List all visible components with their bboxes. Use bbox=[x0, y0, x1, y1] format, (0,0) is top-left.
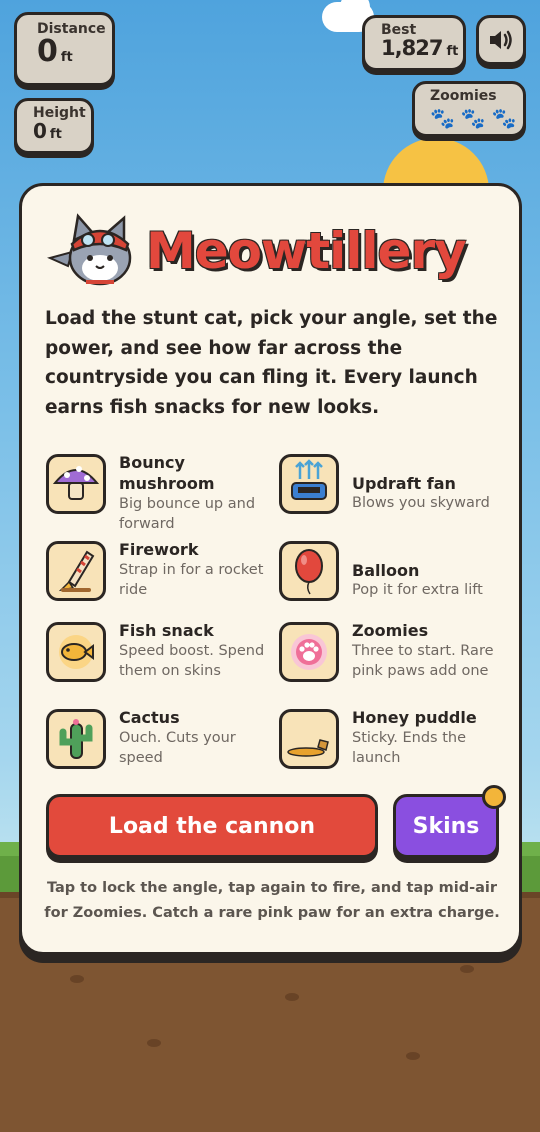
item-desc: Speed boost. Spend them on skins bbox=[119, 643, 265, 679]
paw-icon: 🐾 bbox=[491, 106, 517, 130]
item-honey-puddle: Honey puddle Sticky. Ends the launch bbox=[279, 708, 509, 789]
mushroom-icon bbox=[52, 466, 100, 500]
height-counter: Height 0 ft bbox=[14, 98, 94, 154]
item-name: Firework bbox=[119, 540, 199, 559]
distance-counter: Distance 0 ft bbox=[14, 12, 115, 86]
item-desc: Three to start. Rare pink paws add one bbox=[352, 643, 494, 679]
notification-dot bbox=[482, 785, 506, 809]
instructions-text: Tap to lock the angle, tap again to fire… bbox=[44, 880, 500, 921]
honey-icon bbox=[287, 739, 329, 757]
item-name: Cactus bbox=[119, 708, 180, 727]
best-unit: ft bbox=[446, 44, 459, 59]
balloon-icon bbox=[295, 549, 323, 595]
zoomies-counter: Zoomies 🐾 🐾 🐾 bbox=[412, 81, 526, 137]
sound-toggle-button[interactable] bbox=[476, 15, 526, 65]
cactus-icon bbox=[59, 719, 93, 759]
paw-icon: 🐾 bbox=[460, 106, 486, 130]
item-desc: Sticky. Ends the launch bbox=[352, 730, 467, 766]
height-unit: ft bbox=[49, 127, 62, 142]
item-name: Updraft fan bbox=[352, 474, 456, 493]
intro-text: Load the stunt cat, pick your angle, set… bbox=[45, 308, 498, 418]
item-desc: Strap in for a rocket ride bbox=[119, 562, 264, 598]
pebble bbox=[406, 1052, 420, 1060]
zoomies-label: Zoomies bbox=[430, 88, 497, 104]
intro-modal: Meowtillery Load the stunt cat, pick you… bbox=[19, 183, 522, 955]
item-desc: Ouch. Cuts your speed bbox=[119, 730, 236, 766]
pebble bbox=[147, 1039, 161, 1047]
fish-icon bbox=[59, 635, 94, 669]
item-updraft-fan: Updraft fan Blows you skyward bbox=[279, 454, 509, 534]
best-distance: Best 1,827 ft bbox=[362, 15, 466, 71]
item-balloon: Balloon Pop it for extra lift bbox=[279, 541, 509, 621]
firework-icon bbox=[58, 550, 95, 592]
item-name: Balloon bbox=[352, 561, 420, 580]
item-desc: Blows you skyward bbox=[352, 495, 490, 511]
load-cannon-button[interactable]: Load the cannon bbox=[46, 794, 378, 858]
pebble bbox=[285, 993, 299, 1001]
speaker-icon bbox=[490, 30, 512, 50]
item-desc: Big bounce up and forward bbox=[119, 496, 256, 532]
best-value: 1,827 bbox=[381, 36, 443, 60]
item-name: Honey puddle bbox=[352, 708, 477, 727]
item-name: Fish snack bbox=[119, 621, 214, 640]
item-bouncy-mushroom: Bouncy mushroom Big bounce up and forwar… bbox=[46, 453, 276, 534]
item-name: Bouncy mushroom bbox=[119, 453, 215, 493]
height-value: 0 bbox=[33, 119, 47, 143]
item-fish-snack: Fish snack Speed boost. Spend them on sk… bbox=[46, 621, 276, 702]
distance-unit: ft bbox=[60, 50, 73, 65]
paw-icon: 🐾 bbox=[430, 106, 455, 130]
stunt-cat-icon bbox=[47, 213, 132, 286]
item-firework: Firework Strap in for a rocket ride bbox=[46, 540, 276, 621]
pink-paw-icon bbox=[291, 634, 327, 670]
fan-icon bbox=[291, 459, 327, 500]
item-cactus: Cactus Ouch. Cuts your speed bbox=[46, 708, 276, 789]
item-desc: Pop it for extra lift bbox=[352, 582, 483, 598]
game-title: Meowtillery bbox=[146, 222, 467, 280]
item-zoomies: Zoomies Three to start. Rare pink paws a… bbox=[279, 621, 509, 702]
distance-value: 0 bbox=[37, 34, 58, 69]
pebble bbox=[70, 975, 84, 983]
pebble bbox=[460, 965, 474, 973]
item-name: Zoomies bbox=[352, 621, 429, 640]
